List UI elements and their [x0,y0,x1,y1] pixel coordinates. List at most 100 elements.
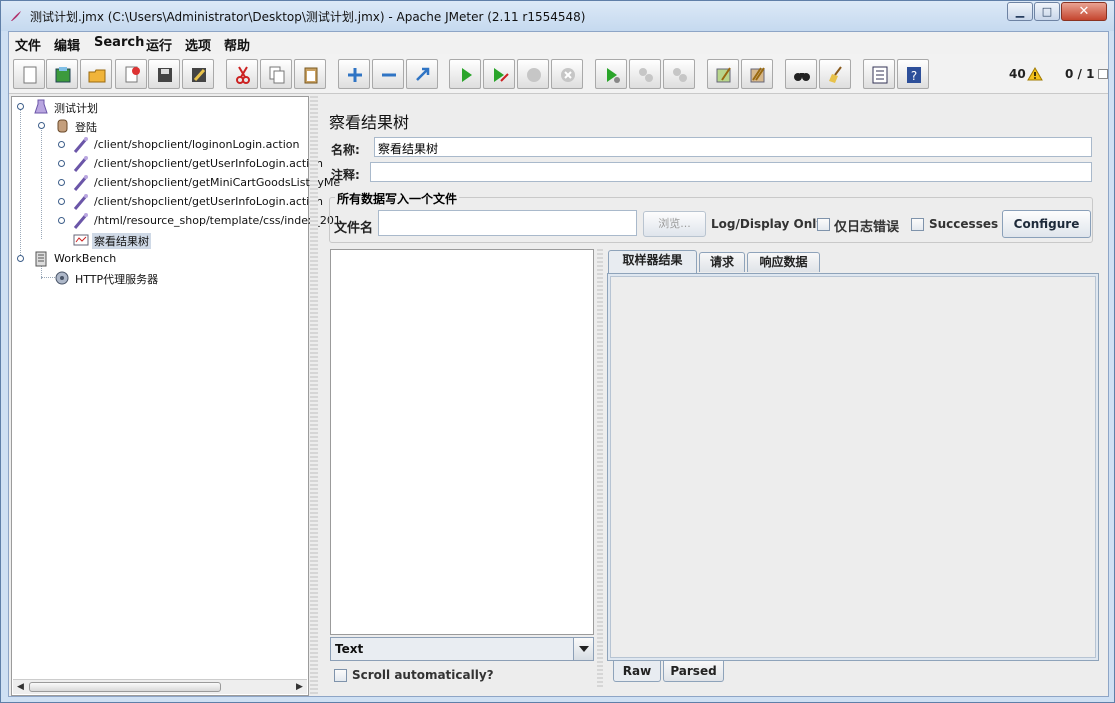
sampler-result-content [607,273,1099,661]
clear-icon [716,67,731,83]
workbench-icon [35,251,47,267]
listener-icon [73,234,89,246]
shutdown-button[interactable] [551,59,583,89]
active-threads: 0 / 1 [1065,67,1095,81]
title-bar[interactable]: 测试计划.jmx (C:\Users\Administrator\Desktop… [1,1,1114,31]
cut-button[interactable] [226,59,258,89]
expand-handle[interactable] [58,141,65,148]
help-button[interactable]: ? [897,59,929,89]
minimize-icon: ▁ [1015,5,1025,18]
toggle-button[interactable] [406,59,438,89]
successes-checkbox[interactable] [911,218,924,231]
expand-all-button[interactable] [338,59,370,89]
main-splitter[interactable] [310,96,318,696]
window-title: 测试计划.jmx (C:\Users\Administrator\Desktop… [30,10,586,24]
new-button[interactable] [13,59,45,89]
chevron-down-icon [579,646,589,652]
name-label: 名称: [331,143,360,157]
configure-button[interactable]: Configure [1002,210,1091,238]
tab-parsed[interactable]: Parsed [663,661,724,682]
search-button[interactable] [785,59,817,89]
result-tabs: 取样器结果 请求 响应数据 Raw Parsed [605,249,1101,689]
expand-handle[interactable] [17,255,24,262]
results-splitter[interactable] [597,249,603,689]
test-plan-tree[interactable]: 测试计划 登陆 /client/shopclient/loginonLogin.… [11,96,341,696]
menu-help[interactable]: 帮助 [224,35,250,54]
toolbar: ? 40 0 / 1 [9,54,1108,94]
menu-bar: 文件 编辑 Search 运行 选项 帮助 [9,32,1108,54]
sampler-result-view[interactable] [610,276,1096,658]
tree-horizontal-scrollbar[interactable]: ◀ ▶ [13,679,307,694]
expand-handle[interactable] [58,198,65,205]
warning-count: 40 [1009,67,1026,81]
collapse-all-button[interactable] [372,59,404,89]
clear-button[interactable] [707,59,739,89]
toggle-icon [416,67,430,81]
maximize-button[interactable]: □ [1034,2,1060,21]
renderer-select[interactable]: Text [330,637,594,661]
menu-edit[interactable]: 编辑 [54,35,80,54]
scroll-automatically-checkbox[interactable] [334,669,347,682]
browse-button[interactable]: 浏览... [643,211,706,237]
paste-icon [304,67,318,84]
copy-icon [269,66,285,84]
tab-sampler-result[interactable]: 取样器结果 [608,250,697,273]
sample-result-tree[interactable] [330,249,594,635]
write-to-file-title: 所有数据写入一个文件 [335,190,460,207]
copy-button[interactable] [260,59,292,89]
expand-handle[interactable] [38,122,45,129]
remote-start-icon [607,68,620,83]
remote-shutdown-button[interactable] [663,59,695,89]
start-button[interactable] [449,59,481,89]
http-sampler-icon [73,175,88,191]
name-input[interactable]: 察看结果树 [374,137,1092,157]
view-results-tree-panel: 察看结果树 名称: 察看结果树 注释: 所有数据写入一个文件 文件名 浏览...… [319,96,1108,696]
clear-all-icon [750,67,765,83]
open-button[interactable] [80,59,112,89]
clear-all-button[interactable] [741,59,773,89]
shutdown-icon [561,68,575,82]
menu-run[interactable]: 运行 [146,35,172,54]
scroll-automatically-label: Scroll automatically? [352,668,494,682]
remote-start-button[interactable] [595,59,627,89]
menu-options[interactable]: 选项 [185,35,211,54]
start-no-pause-button[interactable] [483,59,515,89]
scroll-left-icon[interactable]: ◀ [14,681,27,693]
tab-raw[interactable]: Raw [613,661,661,682]
save-button[interactable] [148,59,180,89]
expand-handle[interactable] [58,160,65,167]
expand-handle[interactable] [58,179,65,186]
plus-icon [348,68,362,82]
renderer-dropdown-button[interactable] [573,638,593,660]
status-indicator [1098,69,1108,79]
minimize-button[interactable]: ▁ [1007,2,1033,21]
templates-button[interactable] [46,59,78,89]
function-helper-button[interactable] [863,59,895,89]
close-button[interactable]: ✕ [1061,2,1107,21]
expand-handle[interactable] [58,217,65,224]
paste-button[interactable] [294,59,326,89]
warning-icon[interactable] [1027,67,1043,81]
expand-handle[interactable] [17,103,24,110]
cut-icon [236,66,250,84]
tab-response-data[interactable]: 响应数据 [747,252,820,272]
tab-request[interactable]: 请求 [699,252,745,272]
scrollbar-thumb[interactable] [29,682,221,692]
filename-input[interactable] [378,210,637,236]
save-as-button[interactable] [182,59,214,89]
close-file-button[interactable] [115,59,147,89]
comment-input[interactable] [370,162,1092,182]
reset-search-button[interactable] [819,59,851,89]
client-area: 文件 编辑 Search 运行 选项 帮助 ? 40 0 / 1 测试计划 登陆… [8,31,1109,697]
stop-button[interactable] [517,59,549,89]
minus-icon [382,73,396,77]
menu-search[interactable]: Search [94,35,144,50]
menu-file[interactable]: 文件 [15,35,41,54]
function-list-icon [872,66,888,84]
scroll-right-icon[interactable]: ▶ [293,681,306,693]
remote-stop-button[interactable] [629,59,661,89]
http-sampler-icon [73,137,88,153]
broom-icon [829,66,842,83]
start-icon [462,68,472,82]
errors-only-checkbox[interactable] [817,218,830,231]
